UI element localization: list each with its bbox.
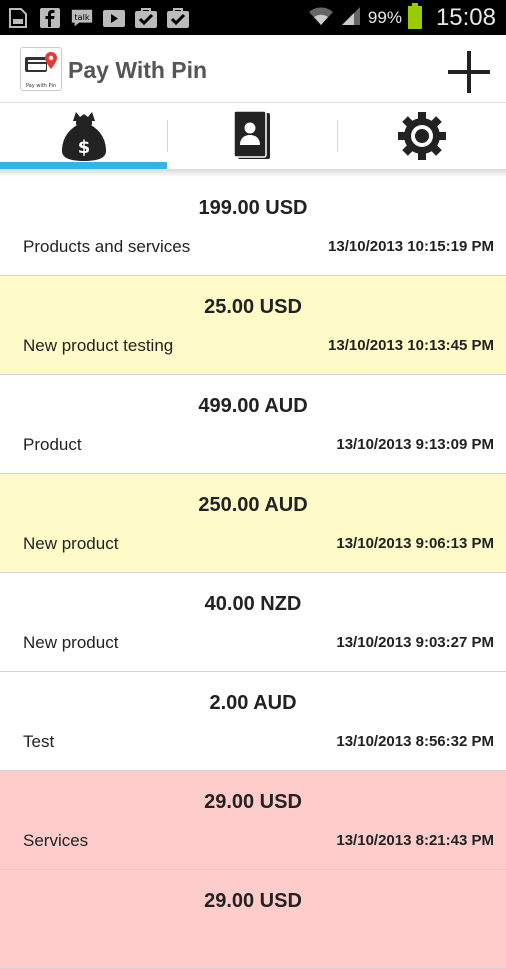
sd-card-icon [6,6,30,30]
address-book-icon [233,110,270,159]
logo-caption: Pay with Pin [25,83,57,89]
play-store-icon [102,6,126,30]
transaction-amount: 199.00 USD [198,197,308,219]
transaction-list[interactable]: 199.00 USD Products and services 13/10/201… [0,177,506,969]
app-title: Pay With Pin [68,57,208,83]
transaction-row[interactable]: 2.00 AUD Test 13/10/2013 8:56:32 PM [0,672,506,771]
svg-text:talk: talk [74,12,90,22]
status-bar: talk 99% 15:08 [0,0,506,35]
transaction-row[interactable]: 199.00 USD Products and services 13/10/201… [0,177,506,276]
transaction-row[interactable]: 25.00 USD New product testing 13/10/2013 1… [0,276,506,375]
add-button[interactable] [446,49,492,95]
transaction-datetime: 13/10/2013 9:13:09 PM [336,436,494,453]
plus-icon [448,51,490,93]
transaction-datetime: 13/10/2013 8:56:32 PM [336,733,494,750]
tab-payments[interactable]: $ [0,103,168,169]
transaction-datetime: 13/10/2013 9:06:13 PM [336,535,494,552]
signal-icon [340,5,362,31]
transaction-description: New product testing [23,336,174,355]
transaction-amount: 40.00 NZD [204,593,302,615]
transaction-description: New product [23,633,119,652]
transaction-row[interactable]: 499.00 AUD Product 13/10/2013 9:13:09 PM [0,375,506,474]
transaction-datetime: 13/10/2013 9:03:27 PM [336,634,494,651]
transaction-datetime: 13/10/2013 10:15:19 PM [328,238,494,255]
selected-tab-indicator [0,162,167,169]
gear-icon [398,112,446,160]
svg-text:$: $ [78,137,91,158]
transaction-description: Products and services [23,237,191,256]
transaction-amount: 25.00 USD [204,296,302,318]
transaction-datetime: 13/10/2013 8:21:43 PM [336,832,494,849]
tab-bar-shadow [0,169,506,177]
tab-contacts[interactable] [168,103,336,169]
tab-settings[interactable] [338,103,506,169]
transaction-description: Services [23,831,89,850]
task-check-icon [134,6,158,30]
tab-bar: $ [0,103,506,169]
system-status: 99% 15:08 [308,3,496,33]
transaction-amount: 29.00 USD [204,890,302,912]
transaction-row[interactable]: 29.00 USD [0,870,506,969]
transaction-amount: 2.00 AUD [209,692,297,714]
transaction-row[interactable]: 40.00 NZD New product 13/10/2013 9:03:27 P… [0,573,506,672]
task-check-icon [166,6,190,30]
action-bar: Pay with Pin Pay With Pin [0,35,506,103]
wifi-icon [308,5,334,31]
transaction-description: Test [23,732,55,751]
app-logo[interactable]: Pay with Pin [20,47,62,91]
transaction-description: Product [23,435,82,454]
transaction-row[interactable]: 29.00 USD Services 13/10/2013 8:21:43 PM [0,771,506,870]
money-bag-icon: $ [62,112,106,161]
clock: 15:08 [435,4,496,31]
talk-icon: talk [70,6,94,30]
battery-icon [407,3,422,33]
transaction-amount: 250.00 AUD [198,494,308,516]
transaction-amount: 499.00 AUD [198,395,308,417]
facebook-icon [38,6,62,30]
transaction-description: New product [23,534,119,553]
transaction-datetime: 13/10/2013 10:13:45 PM [328,337,494,354]
card-pin-icon [25,52,57,72]
battery-percent: 99% [367,8,402,27]
notification-icons: talk [6,5,190,31]
transaction-amount: 29.00 USD [204,791,302,813]
transaction-row[interactable]: 250.00 AUD New product 13/10/2013 9:06:13 … [0,474,506,573]
